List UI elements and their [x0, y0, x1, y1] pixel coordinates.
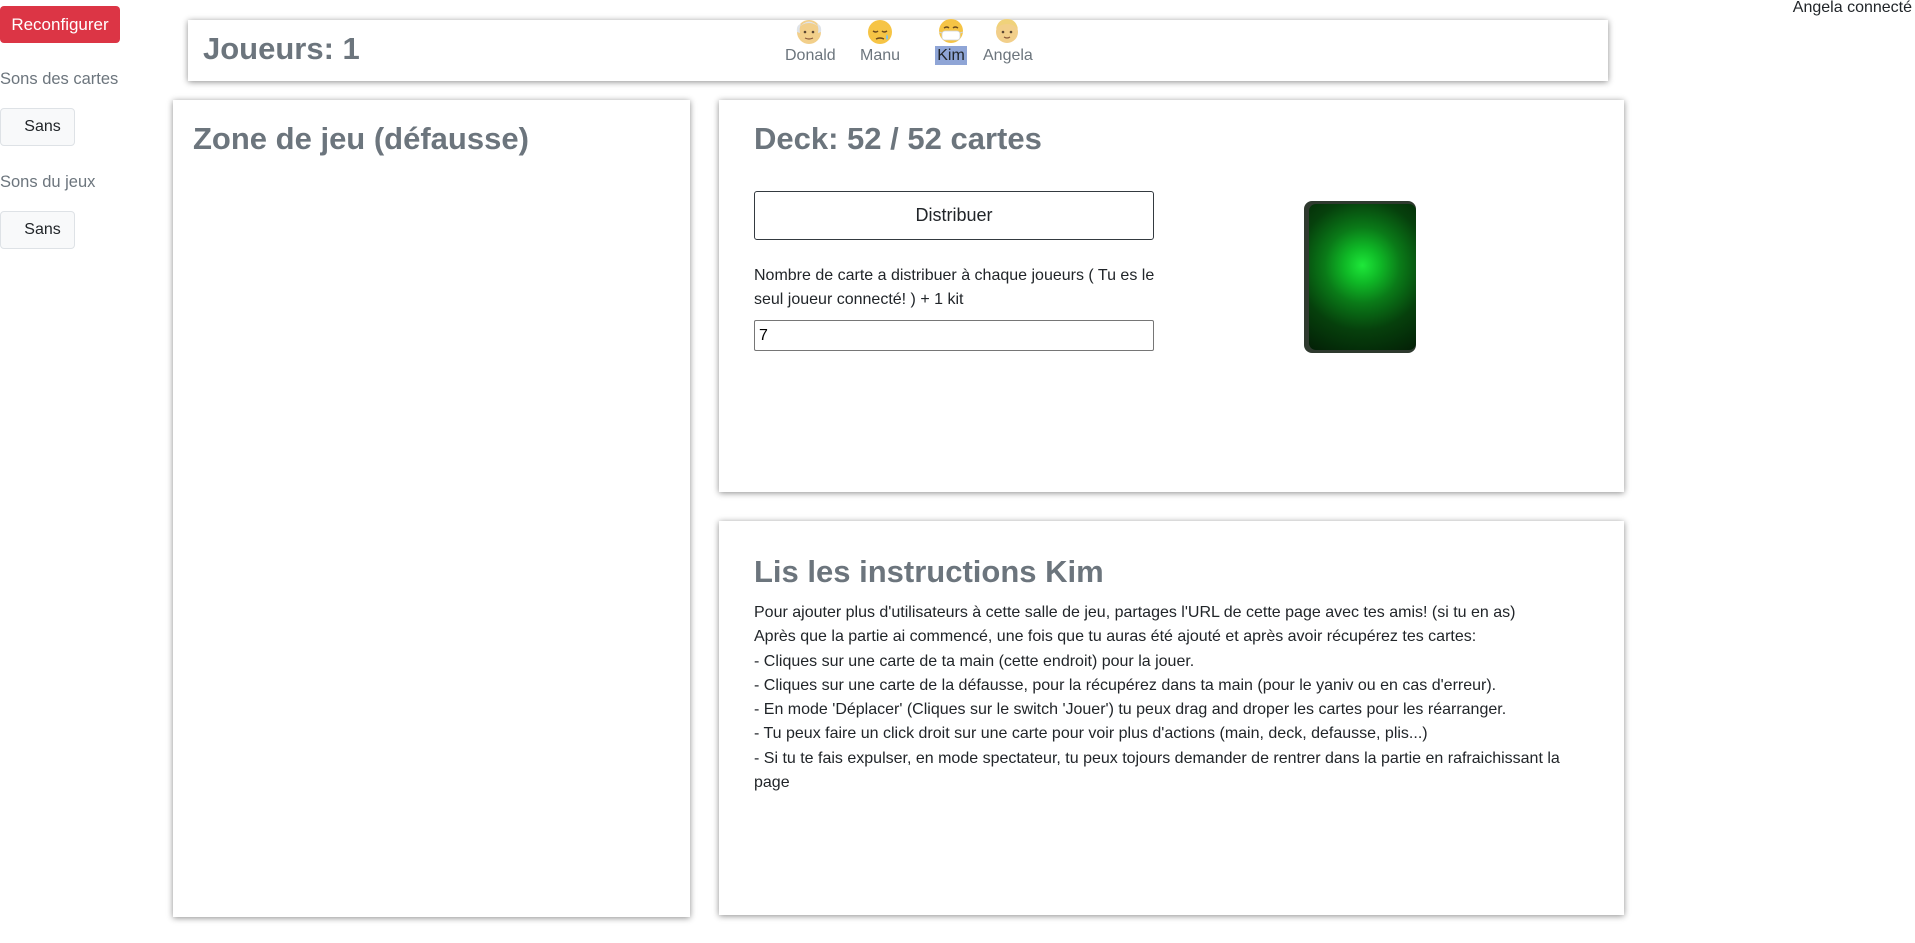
discard-zone-panel[interactable]: Zone de jeu (défausse)	[173, 100, 690, 917]
instruction-line: - Tu peux faire un click droit sur une c…	[754, 725, 1428, 743]
mask-face-emoji-icon	[936, 16, 966, 46]
person-emoji-icon	[992, 16, 1022, 46]
player-name: Kim	[935, 46, 967, 65]
card-sounds-label: Sons des cartes	[0, 70, 119, 88]
instructions-title: Lis les instructions Kim	[754, 554, 1104, 589]
deck-panel: Deck: 52 / 52 cartes Distribuer Nombre d…	[719, 100, 1624, 492]
distribute-count-input[interactable]	[754, 320, 1154, 351]
instructions-text: Pour ajouter plus d'utilisateurs à cette…	[754, 601, 1594, 795]
player-manu[interactable]: Manu	[854, 16, 906, 65]
player-name: Manu	[859, 47, 901, 64]
instruction-line: Après que la partie ai commencé, une foi…	[754, 628, 1477, 646]
card-sounds-button[interactable]: Sans	[0, 108, 75, 146]
deck-card-back[interactable]	[1304, 201, 1416, 353]
players-bar: Joueurs: 1 Donald Manu Kim Angela	[188, 19, 1608, 81]
card-back-glow	[1309, 204, 1416, 350]
instruction-line: - Si tu te fais expulser, en mode specta…	[754, 749, 1560, 792]
player-donald[interactable]: Donald	[783, 16, 836, 65]
player-angela[interactable]: Angela	[981, 16, 1033, 65]
discard-zone-title: Zone de jeu (défausse)	[193, 121, 529, 156]
player-name: Angela	[983, 47, 1033, 64]
players-title: Joueurs: 1	[203, 31, 360, 66]
player-name: Donald	[785, 47, 836, 64]
instruction-line: Pour ajouter plus d'utilisateurs à cette…	[754, 604, 1516, 621]
sleepy-face-emoji-icon	[865, 16, 895, 46]
game-sounds-label: Sons du jeux	[0, 173, 96, 191]
game-sounds-button[interactable]: Sans	[0, 211, 75, 249]
player-kim[interactable]: Kim	[925, 16, 977, 65]
instructions-panel: Lis les instructions Kim Pour ajouter pl…	[719, 521, 1624, 915]
reconfigure-button[interactable]: Reconfigurer	[0, 6, 120, 43]
connection-status: Angela connecté	[1792, 0, 1912, 16]
distribute-count-label: Nombre de carte a distribuer à chaque jo…	[754, 267, 1155, 308]
instruction-line: - Cliques sur une carte de la défausse, …	[754, 676, 1497, 694]
old-man-emoji-icon	[794, 16, 824, 46]
distribute-button[interactable]: Distribuer	[754, 191, 1154, 240]
instruction-line: - Cliques sur une carte de ta main (cett…	[754, 652, 1195, 670]
instruction-line: - En mode 'Déplacer' (Cliques sur le swi…	[754, 701, 1507, 719]
deck-title: Deck: 52 / 52 cartes	[754, 121, 1042, 156]
